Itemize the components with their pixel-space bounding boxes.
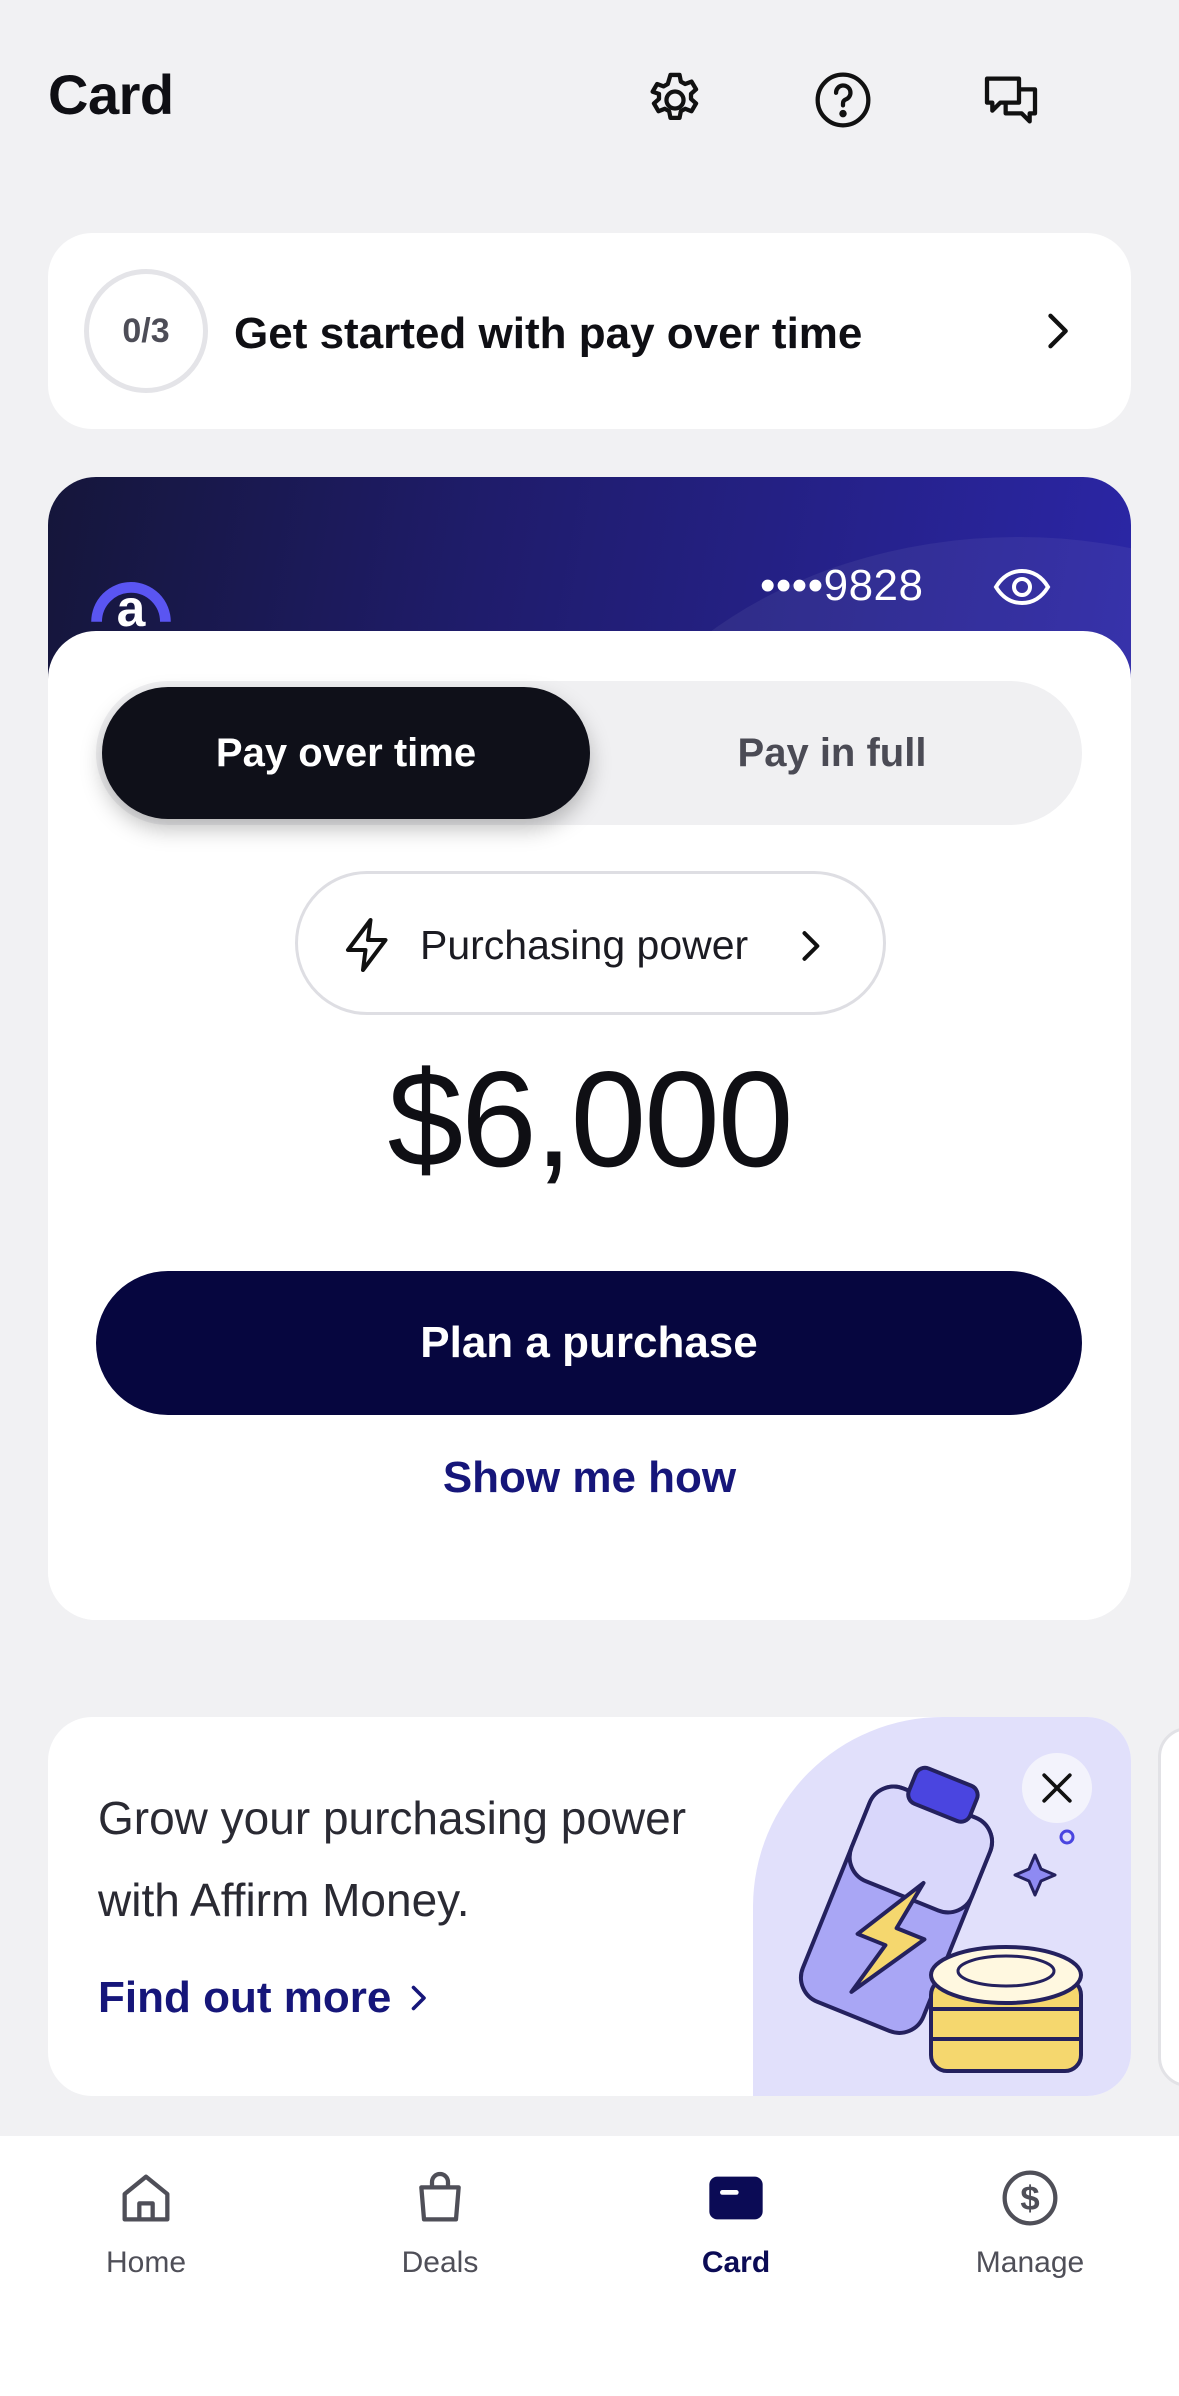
svg-text:a: a bbox=[117, 579, 147, 637]
card-icon bbox=[709, 2176, 763, 2220]
card-panel: a ••••9828 Pay over time Pay in full Pur… bbox=[48, 477, 1131, 1620]
card-details: Pay over time Pay in full Purchasing pow… bbox=[48, 631, 1131, 1620]
find-out-more-link[interactable]: Find out more bbox=[98, 1973, 391, 2023]
tab-home[interactable]: Home bbox=[26, 2136, 266, 2336]
dollar-icon: $ bbox=[1002, 2170, 1058, 2226]
card-number: ••••9828 bbox=[760, 561, 924, 610]
onboarding-text: Get started with pay over time bbox=[234, 309, 863, 358]
bag-icon bbox=[419, 2171, 461, 2222]
chevron-right-icon bbox=[411, 1985, 426, 2011]
purchasing-power-amount: $6,000 bbox=[387, 1043, 794, 1195]
show-me-how-link[interactable]: Show me how bbox=[48, 1453, 1131, 1503]
progress-count: 0/3 bbox=[122, 311, 170, 350]
home-icon bbox=[122, 2174, 170, 2222]
tab-manage-label: Manage bbox=[975, 2246, 1085, 2279]
chat-icon[interactable] bbox=[979, 68, 1043, 132]
tab-deals-label: Deals bbox=[401, 2246, 479, 2279]
gear-icon[interactable] bbox=[643, 68, 707, 132]
tab-card[interactable]: Card bbox=[616, 2136, 856, 2336]
tab-home-label: Home bbox=[105, 2246, 187, 2279]
bottom-tab-bar: Home Deals Card $ Manage bbox=[0, 2136, 1179, 2396]
tab-card-label: Card bbox=[701, 2246, 771, 2279]
close-icon bbox=[1042, 1773, 1072, 1803]
plan-purchase-button[interactable]: Plan a purchase bbox=[96, 1271, 1082, 1415]
chevron-right-icon bbox=[802, 931, 820, 961]
tab-deals[interactable]: Deals bbox=[320, 2136, 560, 2336]
onboarding-banner[interactable]: 0/3 Get started with pay over time bbox=[48, 233, 1131, 429]
svg-text:$: $ bbox=[1020, 2180, 1039, 2218]
purchasing-power-button[interactable]: Purchasing power bbox=[295, 871, 886, 1015]
close-promo-button[interactable] bbox=[1022, 1753, 1092, 1823]
progress-ring: 0/3 bbox=[84, 269, 208, 393]
toggle-pay-in-full[interactable]: Pay in full bbox=[588, 687, 1076, 819]
payment-mode-toggle: Pay over time Pay in full bbox=[96, 681, 1082, 825]
toggle-pay-over-time[interactable]: Pay over time bbox=[102, 687, 590, 819]
lightning-icon bbox=[346, 918, 388, 972]
eye-icon[interactable] bbox=[992, 559, 1052, 615]
purchasing-power-label: Purchasing power bbox=[420, 922, 749, 968]
tab-manage[interactable]: $ Manage bbox=[910, 2136, 1150, 2336]
chevron-right-icon bbox=[1048, 313, 1068, 349]
app-header: Card bbox=[0, 0, 1179, 200]
page-title: Card bbox=[48, 63, 174, 126]
promo-card[interactable]: Grow your purchasing power with Affirm M… bbox=[48, 1717, 1131, 2096]
promo-text: Grow your purchasing power with Affirm M… bbox=[98, 1792, 687, 1926]
affirm-logo-icon: a bbox=[91, 579, 171, 637]
next-promo-card-peek[interactable] bbox=[1158, 1727, 1179, 2087]
help-icon[interactable] bbox=[811, 68, 875, 132]
